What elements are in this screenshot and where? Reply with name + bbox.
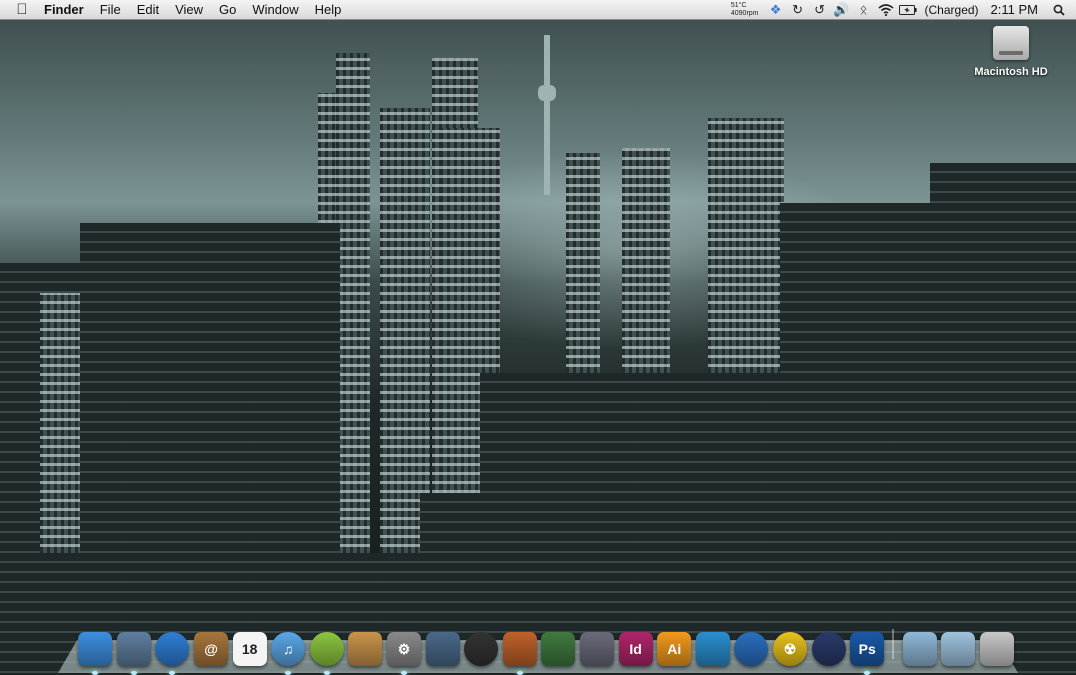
dock-item-ical[interactable]: 18 — [232, 632, 267, 666]
menu-go[interactable]: Go — [211, 0, 244, 19]
dock-item-applications-folder[interactable] — [902, 632, 937, 666]
status-menus: 51°C 4090rpm ❖ ↻ ↺ 🔊 ᛟ (Charged) 2:11 PM — [731, 0, 1076, 19]
temperature-monitor[interactable]: 51°C 4090rpm — [731, 2, 759, 18]
dock-item-dashboard[interactable] — [425, 632, 460, 666]
dock-item-illustrator[interactable]: Ai — [657, 632, 692, 666]
sync-icon[interactable]: ↻ — [787, 0, 809, 19]
desktop-icon-macintosh-hd[interactable]: Macintosh HD — [970, 26, 1052, 78]
dock-item-mail-bird[interactable] — [116, 632, 151, 675]
apple-icon[interactable]:  — [14, 1, 30, 18]
illustrator-icon: Ai — [667, 641, 682, 657]
photoshop-icon: Ps — [858, 641, 876, 657]
dock-item-indesign[interactable]: Id — [618, 632, 653, 666]
dock-item-radiation-app[interactable]: ☢ — [772, 632, 807, 666]
dock-item-messenger[interactable] — [695, 632, 730, 666]
itunes-icon: ♫ — [283, 641, 294, 657]
menu-help[interactable]: Help — [307, 0, 350, 19]
address-book-icon: @ — [204, 641, 218, 657]
dock-separator — [892, 629, 895, 659]
dock-item-itunes[interactable]: ♫ — [271, 632, 306, 675]
radiation-icon: ☢ — [783, 640, 797, 657]
dock-item-photoshop[interactable]: Ps — [850, 632, 885, 675]
gear-icon: ⚙ — [397, 640, 411, 657]
fan-speed-value: 4090rpm — [730, 9, 759, 17]
dock-item-documents-folder[interactable] — [941, 632, 976, 666]
desktop-icon-label: Macintosh HD — [974, 66, 1048, 78]
menu-clock[interactable]: 2:11 PM — [985, 2, 1048, 17]
volume-icon[interactable]: 🔊 — [831, 0, 853, 19]
dock-item-lime-app[interactable] — [309, 632, 344, 675]
dock-item-address-book[interactable]: @ — [194, 632, 229, 666]
dock-item-system-preferences[interactable]: ⚙ — [387, 632, 422, 675]
dock-item-globe-app[interactable] — [734, 632, 769, 666]
menu-window[interactable]: Window — [244, 0, 306, 19]
dropbox-icon[interactable]: ❖ — [765, 0, 787, 19]
wifi-icon[interactable] — [875, 0, 897, 19]
indesign-icon: Id — [629, 641, 642, 657]
menu-view[interactable]: View — [167, 0, 211, 19]
menu-edit[interactable]: Edit — [129, 0, 167, 19]
battery-status[interactable]: (Charged) — [919, 3, 985, 17]
app-menu-finder[interactable]: Finder — [40, 0, 92, 19]
desktop-wallpaper — [0, 0, 1076, 673]
temperature-value: 51°C — [730, 1, 747, 9]
dock-item-gauge-app[interactable] — [464, 632, 499, 666]
time-machine-icon[interactable]: ↺ — [809, 0, 831, 19]
dock-item-safari[interactable] — [155, 632, 190, 675]
dock-item-target-app[interactable] — [811, 632, 846, 666]
dock-item-keynote[interactable] — [502, 632, 537, 675]
menu-bar:  Finder File Edit View Go Window Help 5… — [0, 0, 1076, 20]
menu-file[interactable]: File — [92, 0, 129, 19]
dock-item-iphoto[interactable] — [348, 632, 383, 666]
dock: @18 ♫ ⚙ Id Ai ☢ Ps — [76, 622, 1016, 675]
dock-item-numbers[interactable] — [541, 632, 576, 666]
dock-item-finder[interactable] — [78, 632, 113, 675]
calendar-icon: 18 — [241, 641, 258, 657]
hard-drive-icon — [993, 26, 1029, 60]
dock-item-trash[interactable] — [979, 632, 1014, 666]
spotlight-search-icon[interactable] — [1048, 0, 1070, 19]
dock-item-script-editor[interactable] — [580, 632, 615, 666]
bluetooth-icon[interactable]: ᛟ — [853, 0, 875, 19]
battery-icon[interactable] — [897, 0, 919, 19]
